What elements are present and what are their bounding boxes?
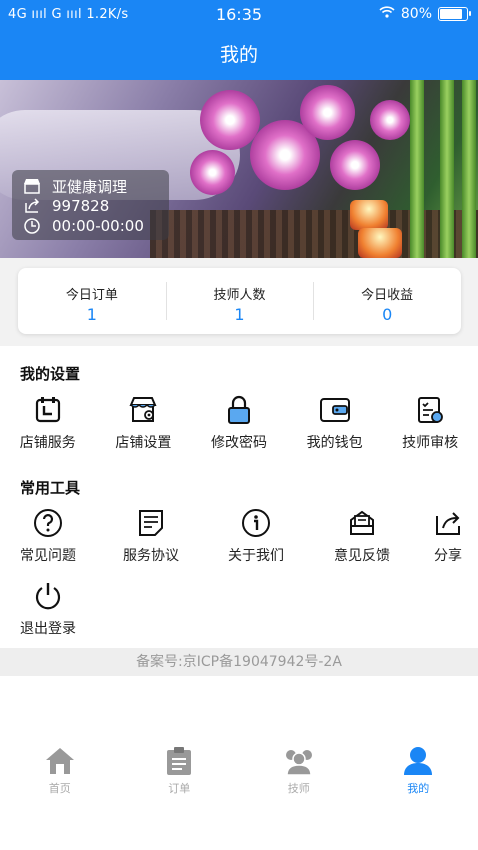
tab-label: 首页 (48, 782, 71, 795)
stat-value: 1 (86, 305, 97, 324)
store-icon (22, 176, 42, 196)
store-info-box: 亚健康调理 997828 00:00-00:00 (12, 170, 169, 240)
tab-label: 订单 (168, 782, 191, 795)
stat-value: 0 (382, 305, 393, 324)
store-banner: 亚健康调理 997828 00:00-00:00 (0, 80, 478, 258)
share-arrow-icon (22, 196, 42, 216)
tool-label: 服务协议 (123, 548, 179, 564)
tool-label: 意见反馈 (334, 548, 390, 564)
user-icon (401, 745, 435, 777)
tool-label: 技师审核 (402, 435, 459, 451)
stat-today-orders[interactable]: 今日订单 1 (18, 268, 166, 334)
tab-label: 我的 (407, 782, 430, 795)
store-name: 亚健康调理 (52, 177, 128, 196)
bottom-tab-bar: 首页 订单 技师 我的 (0, 735, 478, 805)
store-hours: 00:00-00:00 (52, 217, 144, 235)
wallet-button[interactable]: 我的钱包 (287, 394, 383, 452)
stat-label: 今日收益 (361, 288, 414, 303)
share-button[interactable]: 分享 (418, 507, 478, 565)
clipboard-icon (162, 745, 196, 777)
store-settings-icon (127, 394, 159, 426)
stat-technician-count[interactable]: 技师人数 1 (165, 268, 314, 334)
tab-orders[interactable]: 订单 (120, 735, 240, 805)
tool-label: 我的钱包 (306, 435, 363, 451)
tab-mine[interactable]: 我的 (359, 735, 478, 805)
tab-technicians[interactable]: 技师 (239, 735, 359, 805)
tool-label: 店铺设置 (115, 435, 172, 451)
tool-label: 关于我们 (228, 548, 284, 564)
stat-label: 技师人数 (213, 288, 266, 303)
change-password-button[interactable]: 修改密码 (191, 394, 287, 452)
tab-label: 技师 (287, 782, 310, 795)
faq-button[interactable]: 常见问题 (0, 507, 96, 565)
wifi-icon (379, 6, 395, 22)
battery-icon (438, 7, 471, 21)
share-icon (432, 507, 464, 539)
feedback-icon (346, 507, 378, 539)
settings-section-title: 我的设置 (20, 365, 81, 383)
store-service-button[interactable]: 店铺服务 (0, 394, 96, 452)
about-us-button[interactable]: 关于我们 (206, 507, 306, 565)
store-service-icon (32, 394, 64, 426)
home-icon (43, 745, 77, 777)
stat-label: 今日订单 (65, 288, 118, 303)
audit-icon (414, 394, 446, 426)
store-id: 997828 (52, 197, 110, 215)
stat-value: 1 (234, 305, 245, 324)
info-icon (240, 507, 272, 539)
question-icon (32, 507, 64, 539)
logout-row: 退出登录 (0, 580, 478, 638)
tool-label: 退出登录 (20, 621, 76, 637)
store-settings-button[interactable]: 店铺设置 (96, 394, 192, 452)
stat-today-income[interactable]: 今日收益 0 (313, 268, 461, 334)
logout-button[interactable]: 退出登录 (0, 580, 96, 638)
wallet-icon (319, 394, 351, 426)
tool-label: 分享 (434, 548, 462, 564)
status-bar: 4G ıııl G ıııl 1.2K/s 16:35 80% (0, 0, 478, 30)
tools-section-title: 常用工具 (20, 479, 81, 497)
top-bar: 4G ıııl G ıııl 1.2K/s 16:35 80% 我的 (0, 0, 478, 80)
clock-icon (22, 216, 42, 236)
power-icon (32, 580, 64, 612)
stats-card: 今日订单 1 技师人数 1 今日收益 0 (18, 268, 461, 334)
tool-label: 店铺服务 (19, 435, 76, 451)
service-agreement-button[interactable]: 服务协议 (96, 507, 206, 565)
feedback-button[interactable]: 意见反馈 (306, 507, 418, 565)
tool-label: 修改密码 (210, 435, 267, 451)
icp-footer: 备案号:京ICP备19047942号-2A (0, 648, 478, 676)
tool-label: 常见问题 (20, 548, 76, 564)
status-right: 80% (379, 6, 471, 22)
page-title: 我的 (219, 44, 258, 66)
settings-grid: 店铺服务 店铺设置 修改密码 我的钱包 技师审核 (0, 394, 478, 452)
battery-percent: 80% (400, 6, 432, 22)
tab-home[interactable]: 首页 (0, 735, 120, 805)
group-icon (282, 745, 316, 777)
lock-icon (223, 394, 255, 426)
tools-grid: 常见问题 服务协议 关于我们 意见反馈 分享 (0, 507, 478, 565)
technician-audit-button[interactable]: 技师审核 (382, 394, 478, 452)
document-icon (135, 507, 167, 539)
